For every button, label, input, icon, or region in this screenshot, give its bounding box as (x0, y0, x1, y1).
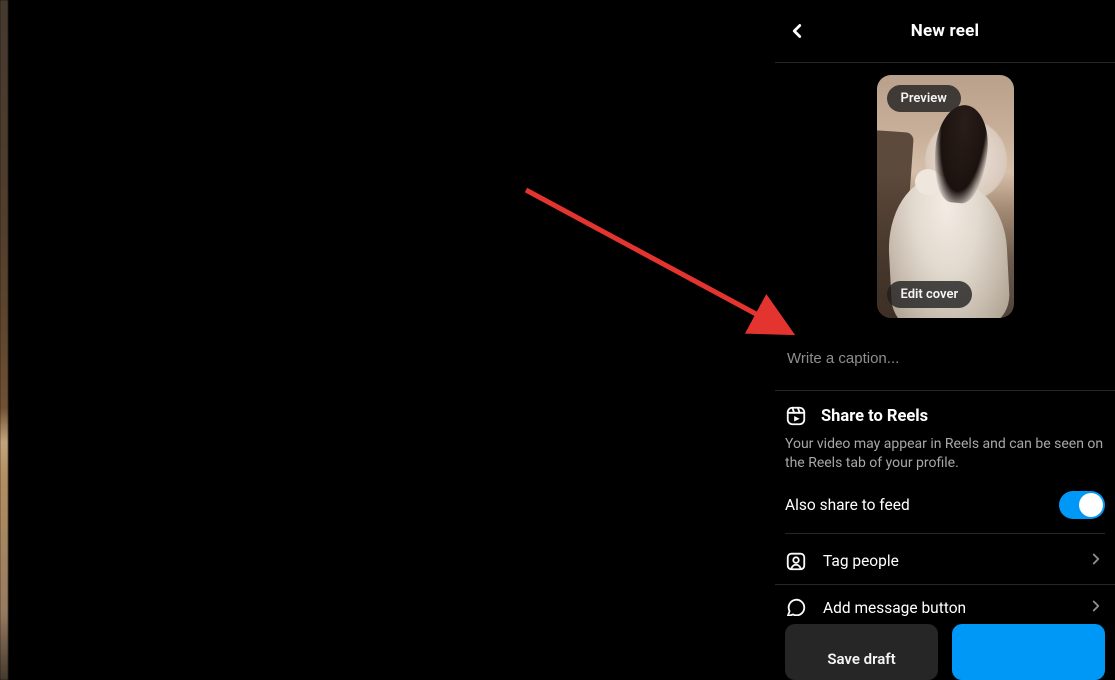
tag-people-label: Tag people (823, 552, 1071, 570)
chevron-right-icon (1087, 550, 1105, 572)
reel-cover-thumbnail[interactable]: Preview Edit cover (877, 75, 1014, 318)
save-draft-button[interactable]: Save draft (785, 624, 938, 680)
page-title: New reel (911, 21, 979, 41)
preview-button[interactable]: Preview (887, 85, 961, 112)
video-preview-area (0, 0, 775, 680)
share-button[interactable] (952, 624, 1105, 680)
caption-input[interactable] (785, 349, 1109, 368)
panel-header: New reel (775, 0, 1115, 63)
add-message-button-label: Add message button (823, 599, 1071, 617)
cover-preview-container: Preview Edit cover (775, 63, 1115, 330)
also-share-to-feed-row: Also share to feed (785, 487, 1105, 534)
also-share-to-feed-toggle[interactable] (1059, 491, 1105, 519)
tag-people-row[interactable]: Tag people (775, 538, 1115, 585)
edit-cover-button[interactable]: Edit cover (887, 281, 973, 308)
chevron-left-icon (786, 20, 808, 42)
share-to-reels-title: Share to Reels (821, 407, 928, 426)
reels-icon (785, 405, 807, 427)
back-button[interactable] (783, 17, 811, 45)
new-reel-panel: New reel Preview Edit cover (775, 0, 1115, 680)
share-to-reels-description: Your video may appear in Reels and can b… (785, 435, 1105, 473)
also-share-to-feed-label: Also share to feed (785, 496, 910, 514)
bottom-action-bar: Save draft (775, 616, 1115, 680)
caption-section (775, 330, 1115, 391)
tag-people-icon (785, 550, 807, 572)
share-to-reels-section: Share to Reels Your video may appear in … (775, 391, 1115, 538)
